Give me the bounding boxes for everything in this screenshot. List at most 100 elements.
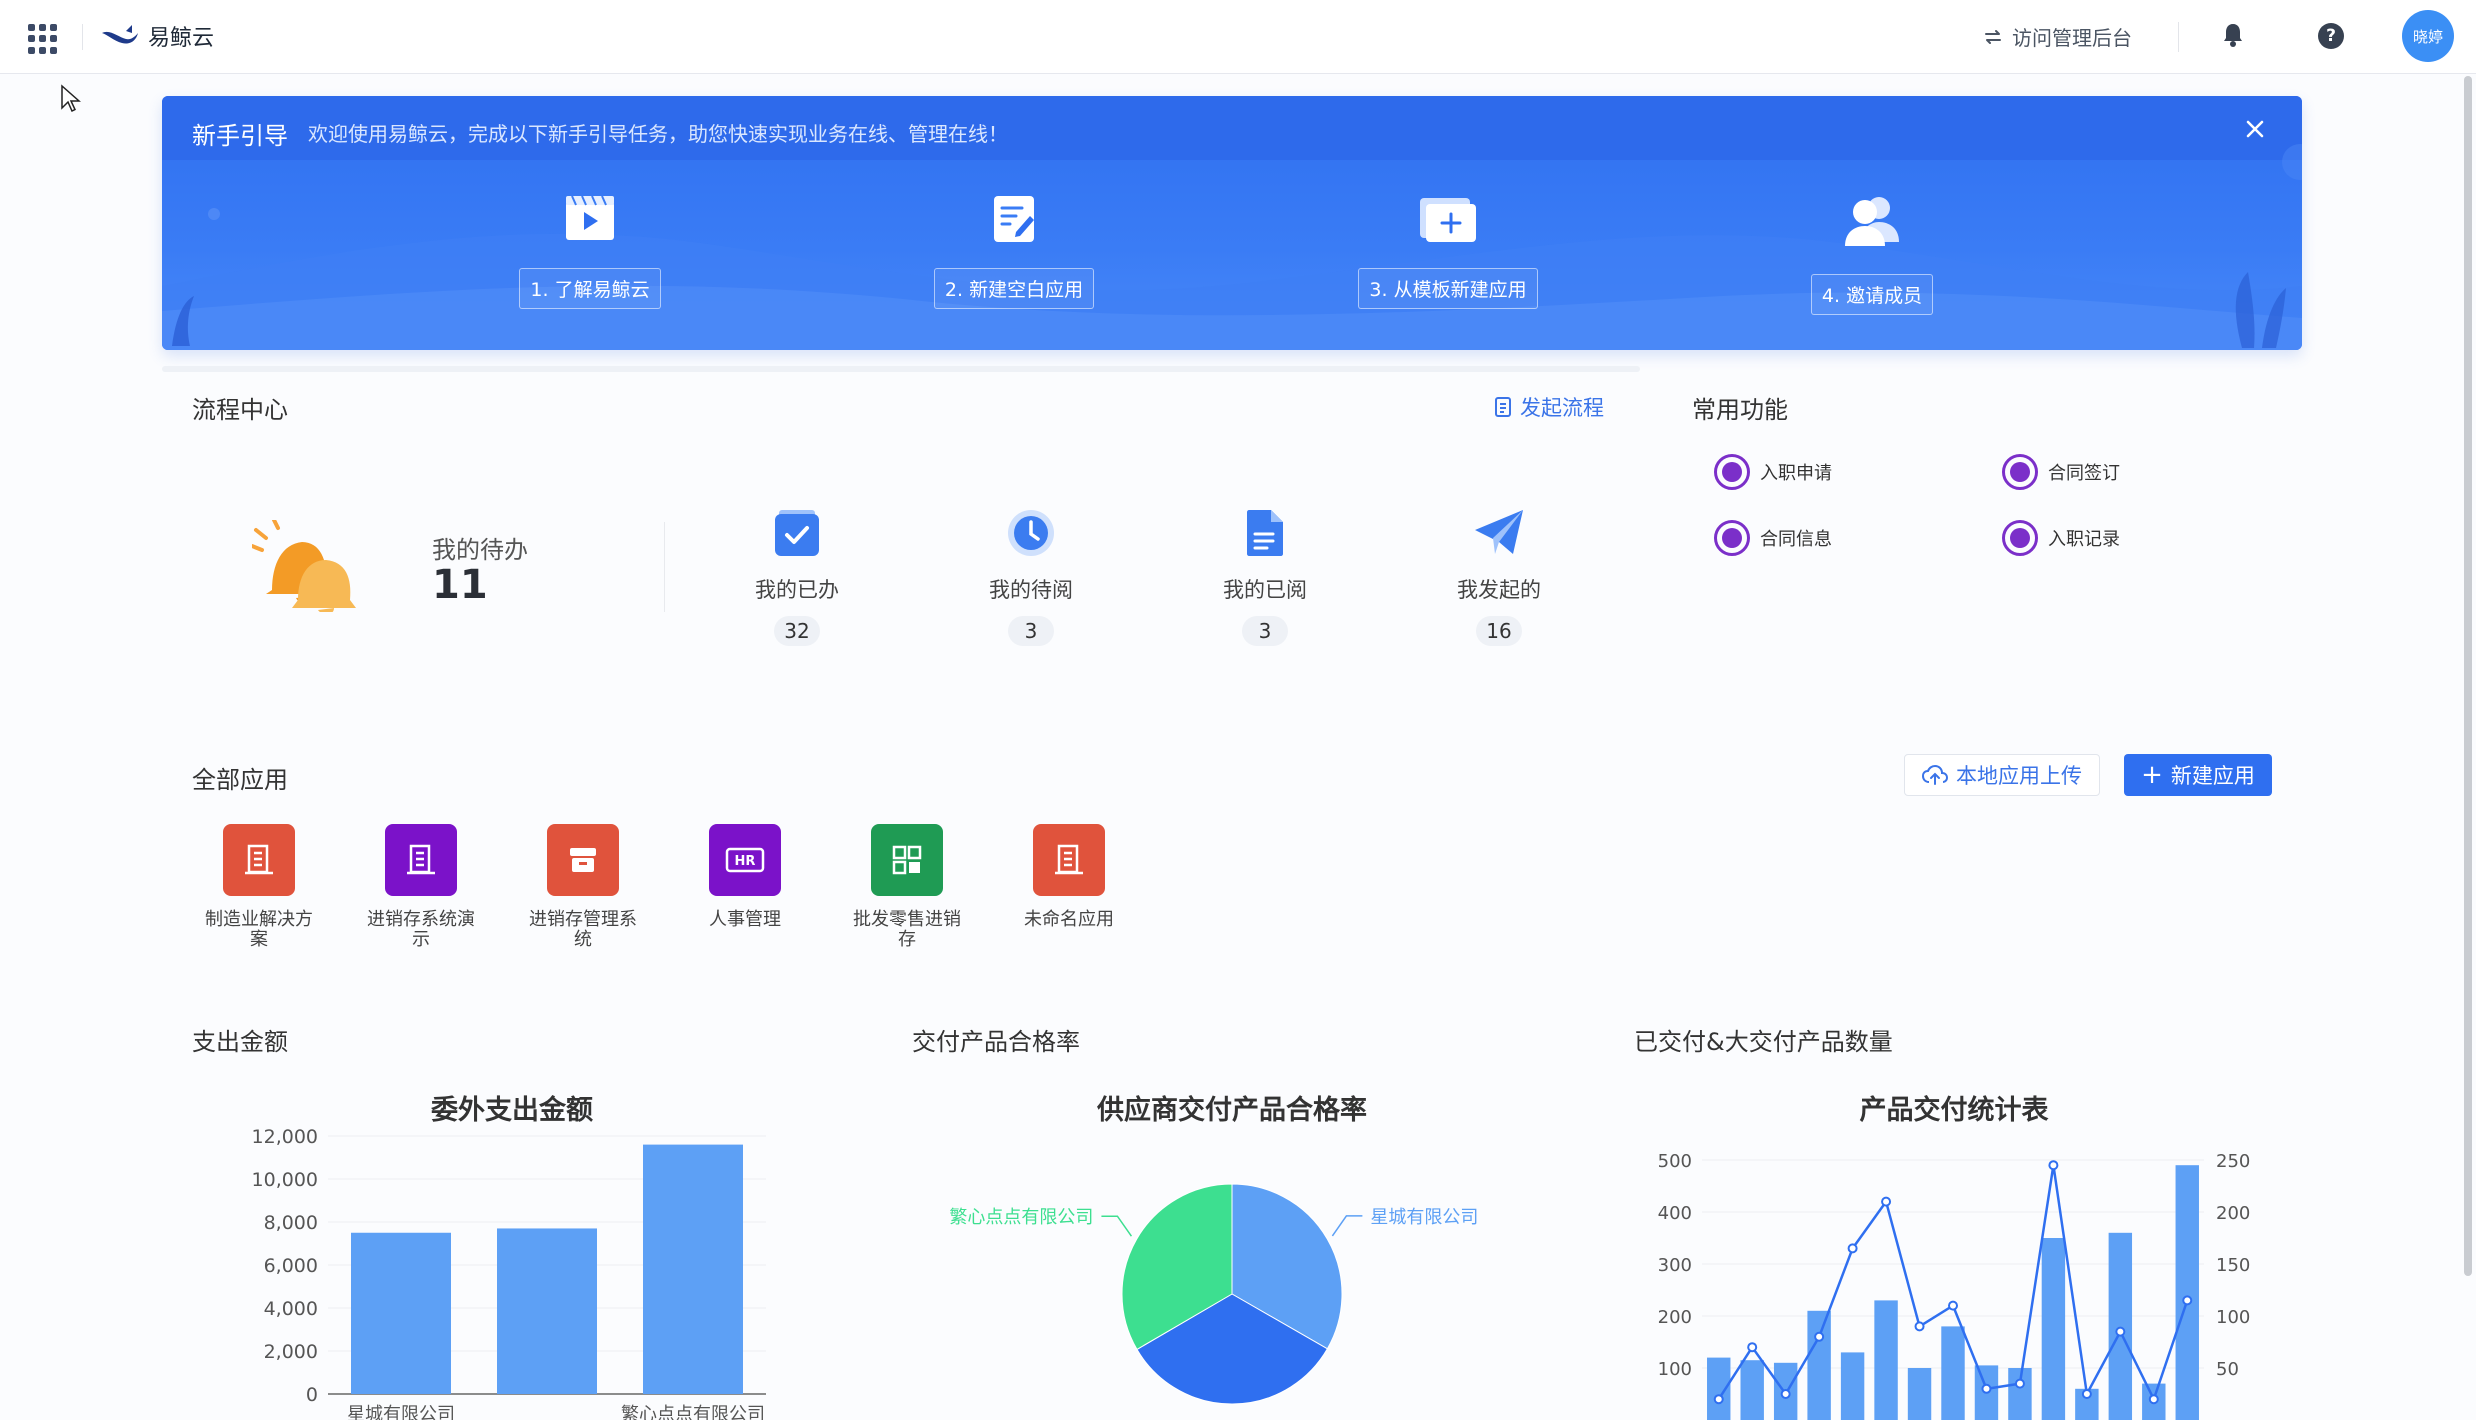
header-divider [2178,22,2179,52]
y-left-tick-label: 500 [1658,1151,1692,1172]
building-icon [385,824,457,896]
guide-step-invite[interactable]: 4. 邀请成员 [1772,192,1972,315]
building-icon [223,824,295,896]
user-avatar[interactable]: 晓婷 [2402,10,2454,62]
svg-text:HR: HR [735,854,756,869]
close-icon[interactable] [2242,116,2268,142]
app-inventory-demo[interactable]: 进销存系统演示 [356,824,486,950]
stat-label: 我的已阅 [1223,578,1307,602]
edit-document-icon [994,196,1034,242]
y-right-tick-label: 150 [2216,1255,2250,1276]
y-tick-label: 6,000 [264,1255,318,1277]
header-divider [82,24,83,50]
guide-step-learn[interactable]: 1. 了解易鲸云 [490,192,690,309]
my-todo-label: 我的待办 [432,536,528,564]
brand[interactable]: 易鲸云 [100,20,214,52]
line-point [2048,1160,2059,1171]
func-label: 合同信息 [1760,529,1832,550]
plus-icon: + [2141,760,2163,790]
cloud-upload-icon [1922,765,1948,785]
common-functions-title: 常用功能 [1692,396,1788,424]
check-square-icon [775,510,819,556]
app-inventory-management[interactable]: 进销存管理系统 [518,824,648,950]
line-point [1914,1321,1925,1332]
app-unnamed[interactable]: 未命名应用 [1004,824,1134,930]
stat-my-started[interactable]: 我发起的 16 [1424,508,1574,646]
y-left-tick-label: 200 [1658,1307,1692,1328]
visit-admin-label: 访问管理后台 [2012,26,2132,50]
func-label: 合同签订 [2048,463,2120,484]
y-tick-label: 2,000 [264,1341,318,1363]
bar [497,1228,597,1394]
line-point [1847,1243,1858,1254]
y-left-tick-label: 300 [1658,1255,1692,1276]
bar [2108,1232,2133,1420]
y-tick-label: 12,000 [252,1126,318,1148]
form-icon [1495,397,1511,417]
func-onboarding-record[interactable]: 入职记录 [2002,520,2120,556]
y-tick-label: 8,000 [264,1212,318,1234]
bar [1740,1360,1764,1420]
bar [1840,1352,1865,1420]
paper-plane-icon [1475,510,1523,554]
section-divider [162,366,1640,372]
guide-step-template-app[interactable]: 3. 从模板新建应用 [1348,192,1548,309]
stat-label: 我的已办 [755,578,839,602]
new-app-button[interactable]: + 新建应用 [2124,754,2272,796]
func-contract-info[interactable]: 合同信息 [1714,520,1832,556]
page-scrollbar[interactable] [2464,76,2472,1276]
line-point [1981,1383,1992,1394]
y-right-tick-label: 250 [2216,1151,2250,1172]
delivery-bar-line-chart: 100 200 300 400 500 50 100 150 200 250 [1658,1151,2250,1420]
func-onboarding-apply[interactable]: 入职申请 [1714,454,1832,490]
y-right-tick-label: 200 [2216,1203,2250,1224]
stat-label: 我的待阅 [989,578,1073,602]
line-point [1780,1389,1791,1399]
app-launcher-icon[interactable] [28,24,58,54]
brand-name: 易鲸云 [148,26,215,51]
visit-admin-link[interactable]: 访问管理后台 [1982,22,2132,51]
app-wholesale-retail[interactable]: 批发零售进销存 [842,824,972,950]
start-flow-link[interactable]: 发起流程 [1494,392,1604,422]
guide-step-label: 4. 邀请成员 [1810,274,1934,315]
hr-badge-icon: HR [709,824,781,896]
archive-box-icon [547,824,619,896]
app-hr-management[interactable]: HR 人事管理 [680,824,810,930]
whale-logo-icon [102,25,138,44]
my-todo-count[interactable]: 11 [432,562,488,608]
local-app-upload-button[interactable]: 本地应用上传 [1904,754,2100,796]
app-manufacturing[interactable]: 制造业解决方案 [194,824,324,950]
line-point [2014,1378,2025,1389]
y-tick-label: 10,000 [252,1169,318,1191]
bar [643,1144,743,1394]
grid-apps-icon [871,824,943,896]
bar [1941,1326,1965,1420]
chart-section-delivery: 已交付&大交付产品数量 [1634,1028,1893,1056]
briefcase-circle-icon [1714,520,1750,556]
func-contract-sign[interactable]: 合同签订 [2002,454,2120,490]
building-icon [1033,824,1105,896]
func-label: 入职记录 [2048,529,2120,550]
y-right-tick-label: 100 [2216,1307,2250,1328]
stat-my-done[interactable]: 我的已办 32 [722,508,872,646]
app-name: 进销存系统演示 [367,909,475,950]
help-icon[interactable]: ? [2318,23,2344,49]
expense-bar-chart: 0 2,000 4,000 6,000 8,000 10,000 12,000 星城有限公司 繁… [252,1126,766,1420]
guide-step-blank-app[interactable]: 2. 新建空白应用 [914,192,1114,309]
y-right-tick-label: 50 [2216,1359,2239,1380]
y-tick-label: 0 [306,1384,318,1406]
stat-my-read[interactable]: 我的已阅 3 [1190,508,1340,646]
bar [1874,1300,1898,1420]
stat-count-badge: 32 [774,616,820,646]
app-name: 未命名应用 [1024,909,1114,930]
bar [1807,1310,1831,1420]
line-point [1814,1331,1825,1342]
app-name: 批发零售进销存 [853,909,961,950]
line-point [2148,1394,2159,1405]
notification-bell-icon[interactable] [2222,22,2244,52]
stat-count-badge: 3 [1242,616,1288,646]
stat-my-to-read[interactable]: 我的待阅 3 [956,508,1106,646]
func-label: 入职申请 [1760,463,1832,484]
pie-label-line [1101,1215,1133,1237]
y-tick-label: 4,000 [264,1298,318,1320]
